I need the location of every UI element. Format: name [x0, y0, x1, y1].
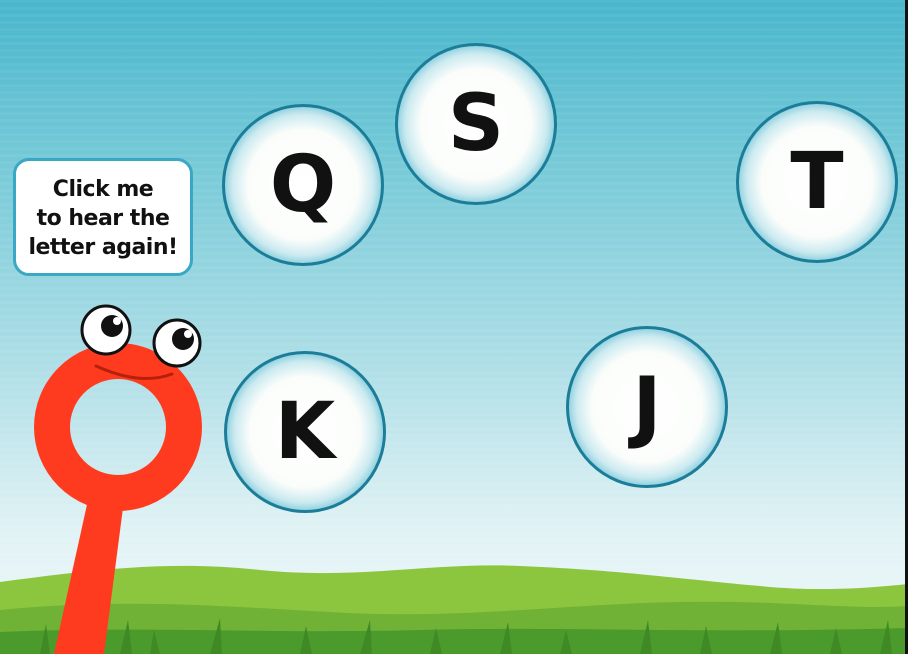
hint-speech-bubble: Click me to hear the letter again!: [13, 158, 193, 276]
letter-label: J: [632, 362, 662, 452]
letter-label: K: [274, 387, 336, 477]
letter-label: Q: [269, 140, 337, 230]
letter-bubble-k[interactable]: K: [224, 351, 386, 513]
hint-text-line-1: Click me: [52, 177, 154, 202]
letter-bubble-t[interactable]: T: [736, 101, 898, 263]
game-scene: Q S T K J Click me to hear the letter ag…: [0, 0, 908, 654]
letter-label: T: [790, 137, 844, 227]
magnifying-glass-character-icon[interactable]: [0, 290, 220, 654]
letter-bubble-s[interactable]: S: [395, 43, 557, 205]
letter-label: S: [447, 79, 505, 169]
letter-bubble-q[interactable]: Q: [222, 104, 384, 266]
hint-text-line-2: to hear the: [36, 206, 170, 231]
hint-text-line-3: letter again!: [28, 235, 178, 260]
letter-bubble-j[interactable]: J: [566, 326, 728, 488]
